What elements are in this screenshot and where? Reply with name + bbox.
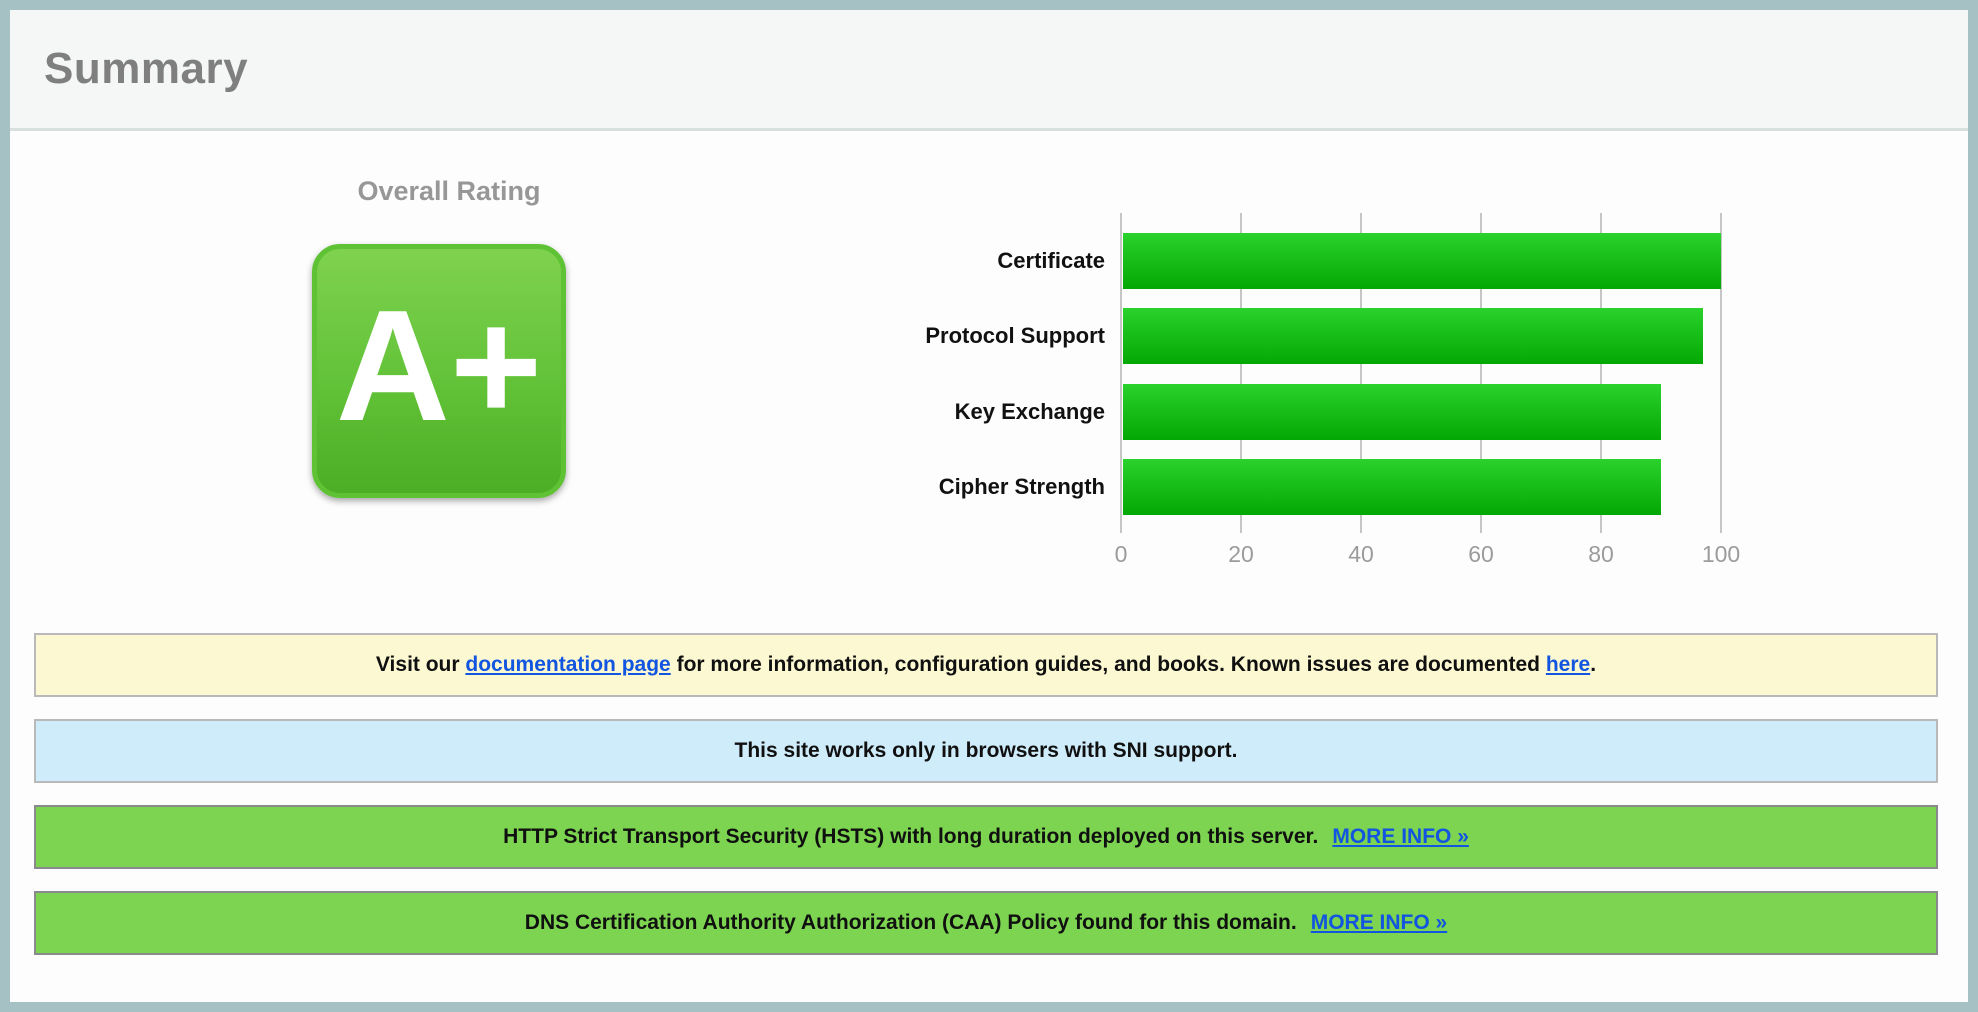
hsts-notice: HTTP Strict Transport Security (HSTS) wi… — [34, 805, 1938, 869]
grade-value: A+ — [335, 278, 543, 454]
caa-notice-text: DNS Certification Authority Authorizatio… — [524, 911, 1297, 934]
documentation-notice-text-middle: for more information, configuration guid… — [670, 653, 1546, 676]
sni-notice: This site works only in browsers with SN… — [34, 719, 1938, 783]
chart-tick-label: 20 — [1228, 541, 1254, 567]
chart-plot-area — [1120, 213, 1722, 533]
grade-badge: A+ — [312, 244, 566, 498]
panel-header: Summary — [10, 10, 1968, 131]
chart-bar-certificate — [1123, 233, 1721, 289]
sni-notice-text: This site works only in browsers with SN… — [734, 739, 1238, 762]
hsts-notice-text: HTTP Strict Transport Security (HSTS) wi… — [503, 825, 1319, 848]
chart-tick-label: 80 — [1588, 541, 1614, 567]
hsts-more-info-link[interactable]: MORE INFO » — [1332, 825, 1469, 849]
chart-tick-label: 0 — [1114, 541, 1128, 567]
chart-category-label: Key Exchange — [954, 399, 1105, 424]
chart-bar-cipher-strength — [1123, 459, 1661, 515]
known-issues-link[interactable]: here — [1546, 653, 1590, 677]
chart-tick-label: 60 — [1468, 541, 1494, 567]
chart-bar-key-exchange — [1123, 384, 1661, 440]
chart-gridline — [1120, 213, 1122, 533]
chart-tick-label: 40 — [1348, 541, 1374, 567]
chart-tick-label: 100 — [1701, 541, 1741, 567]
documentation-page-link[interactable]: documentation page — [465, 653, 670, 677]
chart-category-label: Cipher Strength — [938, 474, 1105, 499]
documentation-notice-text-before: Visit our — [375, 653, 466, 676]
overall-rating-label: Overall Rating — [357, 176, 541, 206]
documentation-notice-text-after: . — [1590, 653, 1597, 676]
chart-category-label: Certificate — [997, 248, 1105, 273]
page-title: Summary — [44, 44, 249, 93]
summary-panel: Summary Overall Rating A+ Certificate Pro… — [0, 0, 1978, 1012]
chart-category-label: Protocol Support — [925, 323, 1105, 348]
chart-bar-protocol-support — [1123, 308, 1703, 364]
score-bar-chart: Certificate Protocol Support Key Exchange C… — [860, 213, 1740, 583]
caa-more-info-link[interactable]: MORE INFO » — [1311, 911, 1448, 935]
documentation-notice: Visit our documentation page for more in… — [34, 633, 1938, 697]
caa-notice: DNS Certification Authority Authorizatio… — [34, 891, 1938, 955]
